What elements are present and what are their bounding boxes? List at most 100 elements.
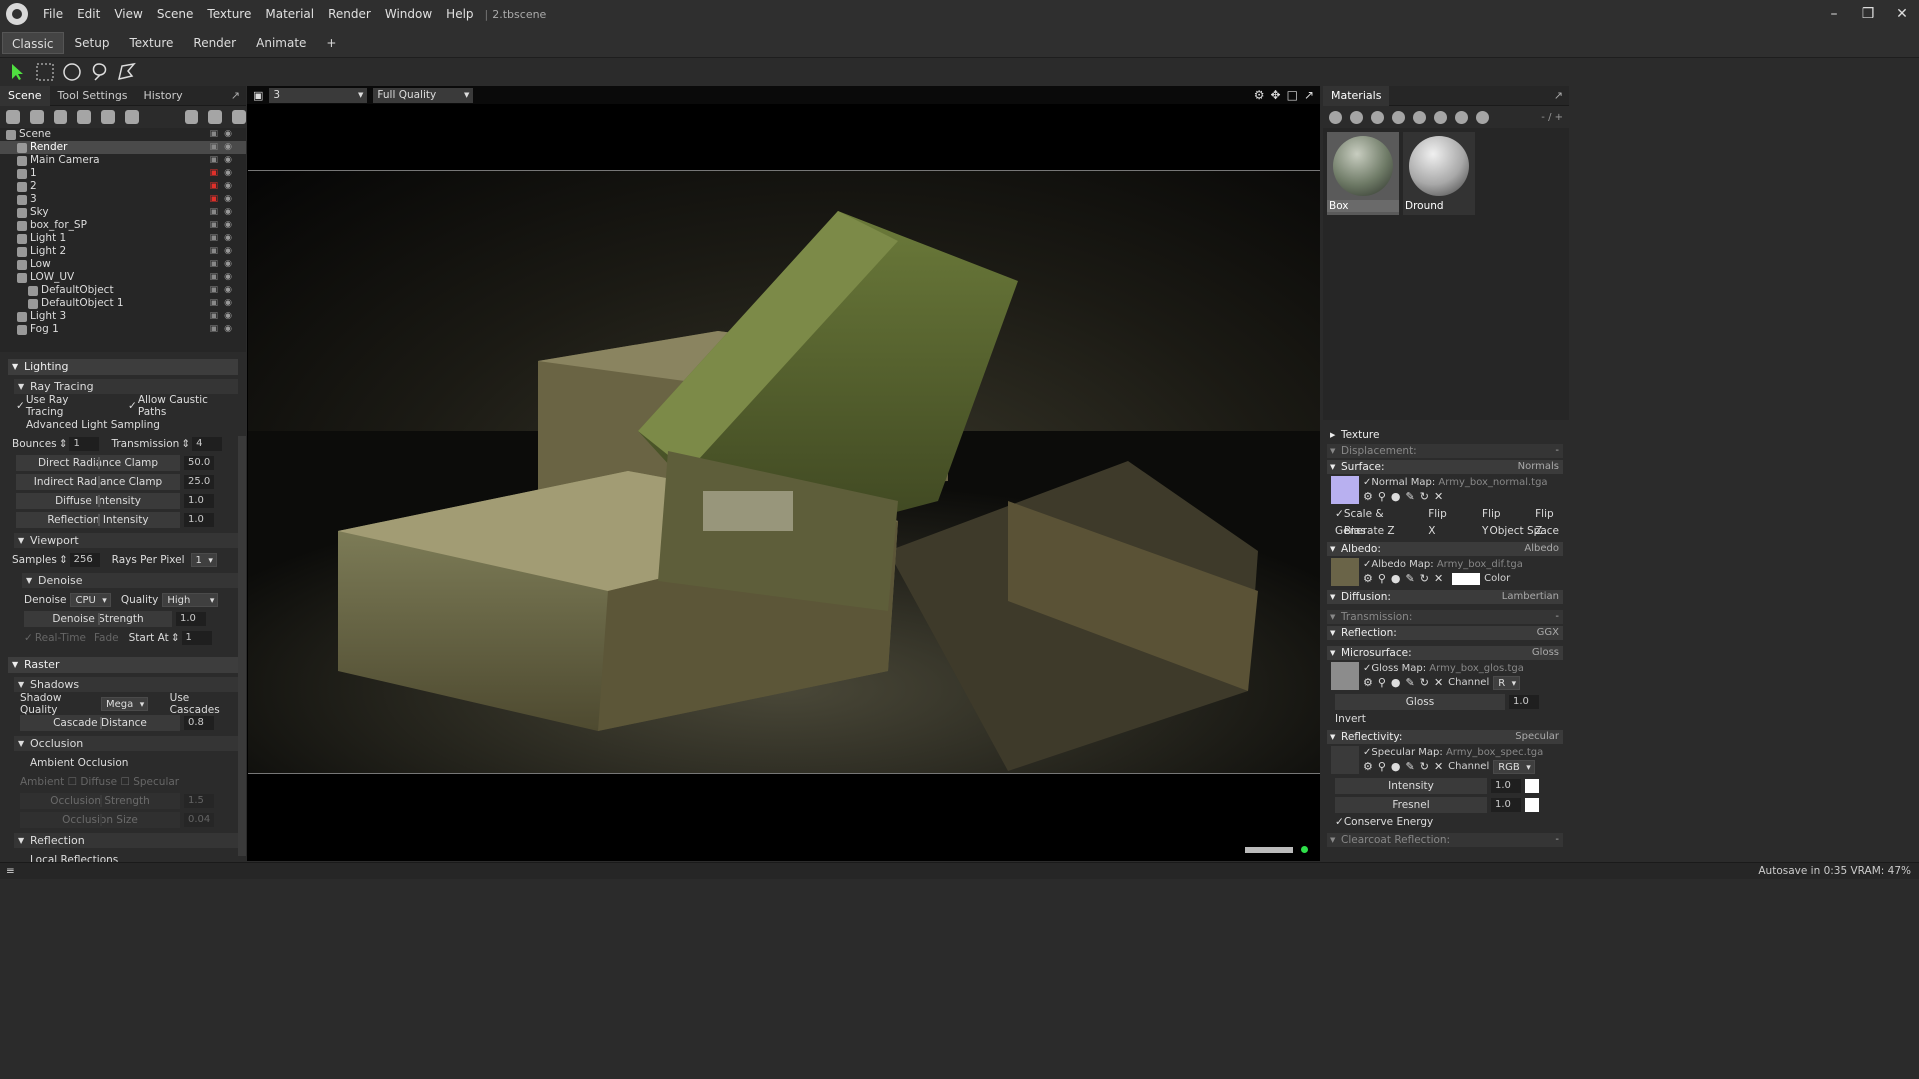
move-icon[interactable]: ✥: [1271, 88, 1281, 102]
assign-icon[interactable]: [1434, 110, 1447, 124]
occlusion-strength-input[interactable]: 1.5: [184, 793, 214, 808]
tab-texture[interactable]: Texture: [120, 32, 182, 54]
menu-file[interactable]: File: [36, 7, 70, 21]
denoise-strength-input[interactable]: 1.0: [176, 611, 206, 626]
tab-classic[interactable]: Classic: [2, 31, 64, 54]
menu-help[interactable]: Help: [439, 7, 480, 21]
circle-select-icon[interactable]: [60, 60, 84, 84]
visibility-eye-icon[interactable]: ◉: [224, 141, 232, 154]
microsurface-dropdown[interactable]: Gloss: [1532, 646, 1559, 660]
menu-render[interactable]: Render: [321, 7, 378, 21]
tree-item[interactable]: Scene ▣ ◉: [0, 128, 246, 141]
intensity-color-swatch[interactable]: [1525, 778, 1539, 793]
duplicate-icon[interactable]: [208, 110, 223, 124]
section-denoise[interactable]: Denoise: [22, 573, 238, 588]
map-tools-icon[interactable]: ⚙⚲●✎↻✕: [1363, 490, 1548, 504]
map-tools-icon[interactable]: ⚙⚲●✎↻✕: [1363, 676, 1448, 690]
viewport[interactable]: ▣ 3 Full Quality ⚙ ✥ □ ↗: [247, 86, 1320, 861]
cascade-distance-input[interactable]: 0.8: [184, 715, 214, 730]
visibility-eye-icon[interactable]: ◉: [224, 180, 232, 193]
transmission-dropdown[interactable]: -: [1555, 610, 1559, 624]
tree-item[interactable]: Sky ▣ ◉: [0, 206, 246, 219]
start-at-input[interactable]: 1: [181, 630, 212, 645]
add-material-icon[interactable]: [1329, 110, 1342, 124]
gloss-slider[interactable]: Gloss: [1335, 693, 1505, 710]
section-occlusion[interactable]: Occlusion: [14, 736, 238, 751]
select-arrow-icon[interactable]: [6, 60, 30, 84]
add-tab-button[interactable]: +: [317, 32, 345, 54]
samples-input[interactable]: 256: [69, 552, 100, 567]
minimize-button[interactable]: –: [1817, 6, 1851, 22]
generate-z-label[interactable]: Generate Z: [1335, 523, 1395, 540]
start-at-spinner-icon[interactable]: ⇕: [171, 632, 180, 644]
settings-gear-icon[interactable]: ⚙: [1254, 88, 1265, 102]
menu-edit[interactable]: Edit: [70, 7, 107, 21]
rays-per-pixel-dropdown[interactable]: 1: [190, 552, 217, 568]
lock-icon[interactable]: ▣: [209, 128, 218, 141]
section-texture[interactable]: Texture: [1327, 428, 1563, 442]
diffuse-intensity-slider[interactable]: Diffuse Intensity: [16, 492, 180, 509]
section-albedo[interactable]: Albedo: Albedo: [1327, 542, 1563, 556]
section-viewport[interactable]: Viewport: [14, 533, 238, 548]
fresnel-color-swatch[interactable]: [1525, 797, 1539, 812]
material-box[interactable]: Box: [1327, 132, 1399, 215]
menu-window[interactable]: Window: [378, 7, 439, 21]
material-page[interactable]: - / +: [1541, 112, 1563, 123]
lock-icon[interactable]: ▣: [209, 154, 218, 167]
add-camera-icon[interactable]: [53, 110, 68, 124]
menu-lines-icon[interactable]: ≡: [6, 865, 15, 877]
visibility-eye-icon[interactable]: ◉: [224, 310, 232, 323]
lock-icon[interactable]: ▣: [209, 310, 218, 323]
folder-icon[interactable]: [184, 110, 199, 124]
render-quality-dropdown[interactable]: Full Quality: [373, 87, 474, 103]
quality-dropdown[interactable]: High: [162, 592, 219, 608]
real-time-checkbox[interactable]: ✓: [24, 632, 33, 644]
lasso-icon[interactable]: [87, 60, 111, 84]
visibility-eye-icon[interactable]: ◉: [224, 258, 232, 271]
normal-map-thumb[interactable]: [1331, 476, 1359, 504]
refresh-icon[interactable]: [1476, 110, 1489, 124]
lock-icon[interactable]: ▣: [209, 323, 218, 336]
visibility-eye-icon[interactable]: ◉: [224, 128, 232, 141]
lock-icon[interactable]: ▣: [209, 180, 218, 193]
occlusion-size-slider[interactable]: Occlusion Size: [20, 811, 180, 828]
tree-item[interactable]: 2 ▣ ◉: [0, 180, 246, 193]
tree-item[interactable]: LOW_UV ▣ ◉: [0, 271, 246, 284]
section-surface[interactable]: Surface: Normals: [1327, 460, 1563, 474]
denoise-dropdown[interactable]: CPU: [70, 592, 111, 608]
poly-lasso-icon[interactable]: [114, 60, 138, 84]
reflection-dropdown[interactable]: GGX: [1537, 626, 1559, 640]
samples-spinner-icon[interactable]: ⇕: [59, 554, 68, 566]
tab-materials[interactable]: Materials: [1323, 85, 1390, 106]
tree-item[interactable]: 3 ▣ ◉: [0, 193, 246, 206]
delete-icon[interactable]: [1413, 110, 1426, 124]
lock-icon[interactable]: ▣: [209, 297, 218, 310]
visibility-eye-icon[interactable]: ◉: [224, 297, 232, 310]
specular-map-thumb[interactable]: [1331, 746, 1359, 774]
tree-item[interactable]: Low ▣ ◉: [0, 258, 246, 271]
visibility-eye-icon[interactable]: ◉: [224, 245, 232, 258]
lock-icon[interactable]: ▣: [209, 141, 218, 154]
section-shadows[interactable]: Shadows: [14, 677, 238, 692]
gloss-map-thumb[interactable]: [1331, 662, 1359, 690]
menu-view[interactable]: View: [107, 7, 149, 21]
tab-setup[interactable]: Setup: [66, 32, 119, 54]
visibility-eye-icon[interactable]: ◉: [224, 323, 232, 336]
visibility-eye-icon[interactable]: ◉: [224, 167, 232, 180]
invert-label[interactable]: Invert: [1335, 711, 1366, 728]
map-tools-icon[interactable]: ⚙⚲●✎↻✕: [1363, 572, 1448, 586]
fresnel-slider[interactable]: Fresnel: [1335, 796, 1487, 813]
add-object-icon[interactable]: [6, 110, 20, 124]
albedo-map-file[interactable]: Army_box_dif.tga: [1437, 559, 1523, 570]
section-lighting[interactable]: Lighting: [8, 359, 238, 375]
indirect-radiance-clamp-input[interactable]: 25.0: [184, 474, 214, 489]
lock-icon[interactable]: ▣: [209, 245, 218, 258]
intensity-slider[interactable]: Intensity: [1335, 777, 1487, 794]
duplicate-material-icon[interactable]: [1350, 110, 1363, 124]
diffusion-dropdown[interactable]: Lambertian: [1502, 590, 1559, 604]
surface-dropdown[interactable]: Normals: [1518, 460, 1559, 474]
bounces-input[interactable]: 1: [69, 436, 100, 451]
tab-scene[interactable]: Scene: [0, 85, 50, 106]
displacement-dropdown[interactable]: -: [1555, 444, 1559, 458]
map-tools-icon[interactable]: ⚙⚲●✎↻✕: [1363, 760, 1448, 774]
